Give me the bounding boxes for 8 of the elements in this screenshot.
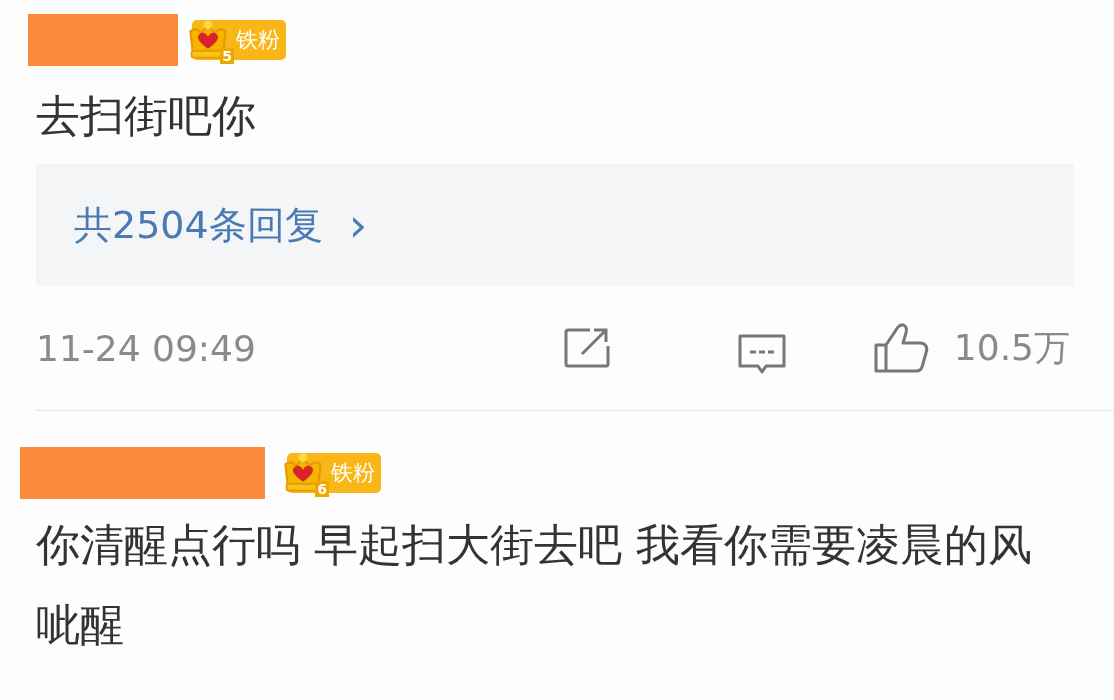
chevron-icon: › — [348, 198, 368, 252]
comment-text: 去扫街吧你 — [36, 89, 257, 143]
rank-number: 6 — [315, 481, 329, 497]
comment-text: 你清醒点行吗 早起扫大街去吧 我看你需要凌晨的风呲醒 — [36, 518, 1033, 652]
replies-link[interactable]: 共2504条回复 › — [36, 164, 1074, 286]
like-count: 10.5万 — [953, 325, 1070, 370]
timestamp: 11-24 09:49 — [36, 327, 256, 369]
rank-number: 5 — [220, 48, 234, 64]
